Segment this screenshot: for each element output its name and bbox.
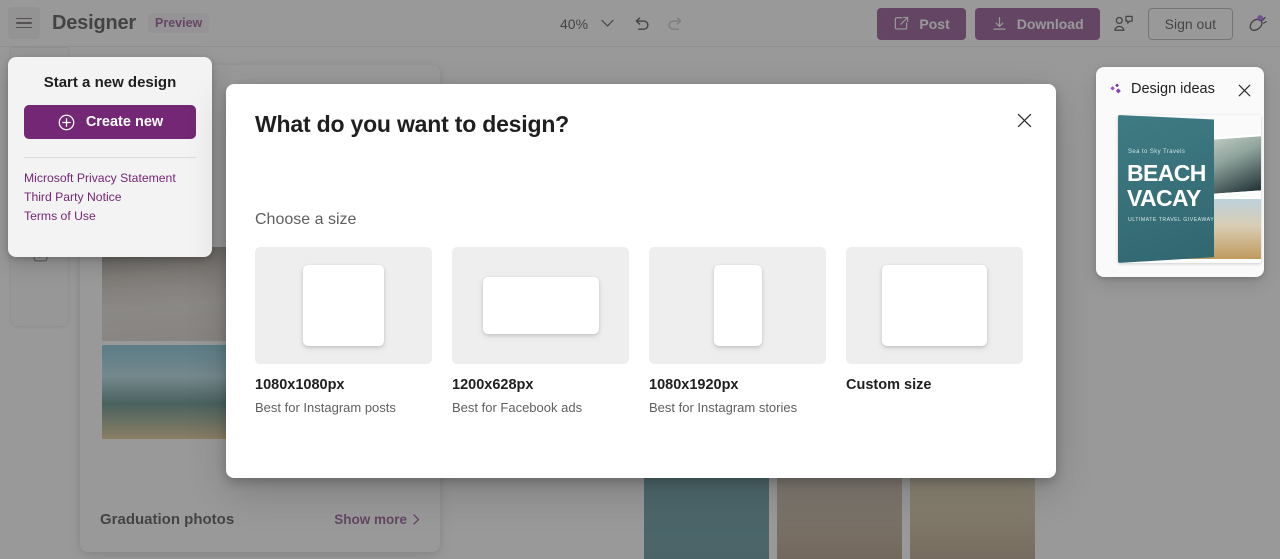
canvas-shape-portrait (714, 265, 762, 346)
design-idea-headline-line1: BEACH (1127, 161, 1206, 186)
size-preview-square (255, 247, 432, 364)
size-option-desc: Best for Facebook ads (452, 400, 629, 415)
size-option-custom[interactable]: Custom size (846, 247, 1023, 415)
size-option-1080x1080[interactable]: 1080x1080px Best for Instagram posts (255, 247, 432, 415)
dialog-close-button[interactable] (1008, 104, 1040, 136)
size-options-grid: 1080x1080px Best for Instagram posts 120… (255, 247, 1025, 415)
design-idea-subline: ULTIMATE TRAVEL GIVEAWAY (1128, 217, 1214, 223)
create-new-button[interactable]: Create new (24, 105, 196, 139)
size-option-1200x628[interactable]: 1200x628px Best for Facebook ads (452, 247, 629, 415)
plus-circle-icon (57, 113, 76, 132)
canvas-shape-custom (882, 265, 987, 346)
link-third-party-notice[interactable]: Third Party Notice (24, 189, 212, 206)
choose-a-size-label: Choose a size (255, 211, 356, 229)
size-preview-portrait (649, 247, 826, 364)
size-option-name: 1200x628px (452, 377, 629, 393)
design-ideas-sparkle-icon (1110, 82, 1124, 96)
flyout-links: Microsoft Privacy Statement Third Party … (24, 170, 212, 225)
design-idea-thumbnail[interactable]: Sea to Sky Travels BEACH VACAY ULTIMATE … (1118, 115, 1261, 263)
size-preview-custom (846, 247, 1023, 364)
flyout-divider (24, 157, 196, 158)
link-terms-of-use[interactable]: Terms of Use (24, 208, 212, 225)
size-option-name: Custom size (846, 377, 1023, 393)
size-option-desc: Best for Instagram stories (649, 400, 826, 415)
size-option-name: 1080x1080px (255, 377, 432, 393)
link-privacy-statement[interactable]: Microsoft Privacy Statement (24, 170, 212, 187)
close-icon (1238, 84, 1251, 97)
design-ideas-close-button[interactable] (1232, 78, 1256, 102)
size-preview-landscape (452, 247, 629, 364)
size-option-1080x1920[interactable]: 1080x1920px Best for Instagram stories (649, 247, 826, 415)
design-ideas-title: Design ideas (1131, 81, 1215, 97)
app-root: C /th r y Graduation photos Show more (0, 0, 1280, 559)
design-idea-headline-line2: VACAY (1127, 186, 1201, 211)
size-option-name: 1080x1920px (649, 377, 826, 393)
create-new-label: Create new (86, 114, 163, 130)
design-ideas-header: Design ideas (1110, 81, 1215, 97)
flyout-title: Start a new design (8, 74, 212, 91)
canvas-shape-landscape (483, 277, 599, 334)
dialog-title: What do you want to design? (255, 111, 569, 138)
design-size-dialog: What do you want to design? Choose a siz… (226, 84, 1056, 478)
design-ideas-panel: Design ideas Sea to Sky Travels BEACH VA… (1096, 67, 1264, 277)
start-new-design-flyout: Start a new design Create new Microsoft … (8, 57, 212, 257)
design-idea-brand-text: Sea to Sky Travels (1128, 149, 1185, 155)
close-icon (1017, 113, 1032, 128)
canvas-shape-square (303, 265, 384, 346)
size-option-desc: Best for Instagram posts (255, 400, 432, 415)
